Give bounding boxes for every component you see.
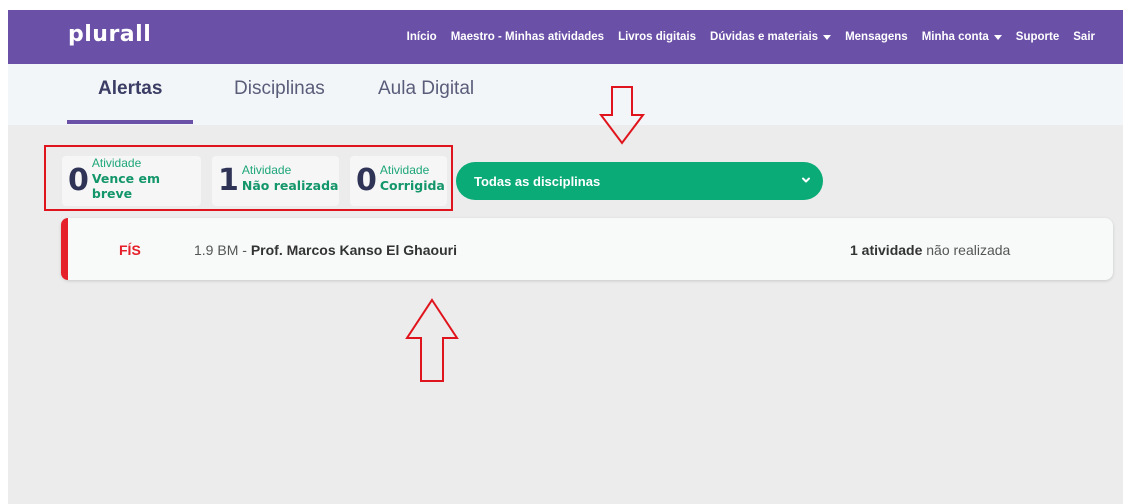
- activity-count: 1 atividade: [850, 242, 923, 258]
- nav-item-mensagens[interactable]: Mensagens: [845, 31, 908, 43]
- alert-status-stripe: [61, 218, 68, 280]
- tabs-bar: Alertas Disciplinas Aula Digital: [8, 64, 1123, 125]
- pending-activities: 1 atividade não realizada: [850, 242, 1010, 258]
- nav-links: Início Maestro - Minhas atividades Livro…: [393, 10, 1095, 64]
- chevron-down-icon: [802, 177, 810, 183]
- nav-item-sair[interactable]: Sair: [1073, 31, 1095, 43]
- nav-item-maestro[interactable]: Maestro - Minhas atividades: [451, 31, 604, 43]
- alert-row[interactable]: FÍS 1.9 BM - Prof. Marcos Kanso El Ghaou…: [61, 218, 1113, 280]
- class-code: 1.9 BM: [194, 242, 239, 258]
- nav-item-label: Mensagens: [845, 31, 908, 43]
- nav-item-label: Início: [406, 31, 437, 43]
- caret-down-icon: [993, 34, 1002, 40]
- annotation-box: [44, 145, 453, 211]
- down-arrow-annotation-icon: [599, 86, 645, 145]
- caret-down-icon: [823, 34, 832, 40]
- class-separator: -: [238, 242, 251, 258]
- nav-item-label: Sair: [1073, 31, 1095, 43]
- class-info: 1.9 BM - Prof. Marcos Kanso El Ghaouri: [194, 242, 457, 258]
- top-navbar: plurall Início Maestro - Minhas atividad…: [8, 10, 1123, 64]
- active-tab-indicator: [67, 120, 193, 124]
- nav-item-label: Suporte: [1015, 31, 1060, 43]
- nav-item-suporte[interactable]: Suporte: [1016, 31, 1059, 43]
- tab-alertas[interactable]: Alertas: [98, 78, 162, 100]
- activity-status: não realizada: [922, 242, 1011, 258]
- dropdown-selected-label: Todas as disciplinas: [474, 173, 601, 189]
- nav-item-label: Maestro - Minhas atividades: [450, 31, 605, 43]
- plurall-logo[interactable]: plurall: [68, 22, 151, 47]
- nav-item-minha-conta[interactable]: Minha conta: [922, 31, 1002, 43]
- up-arrow-annotation-icon: [405, 298, 459, 382]
- tab-disciplinas[interactable]: Disciplinas: [234, 78, 325, 100]
- nav-item-label: Minha conta: [921, 31, 989, 43]
- nav-item-inicio[interactable]: Início: [407, 31, 437, 43]
- discipline-filter-dropdown[interactable]: Todas as disciplinas: [456, 162, 823, 200]
- nav-item-label: Livros digitais: [618, 31, 697, 43]
- nav-item-label: Dúvidas e materiais: [710, 31, 819, 43]
- subject-code: FÍS: [119, 242, 141, 258]
- nav-item-duvidas-materiais[interactable]: Dúvidas e materiais: [710, 31, 832, 43]
- teacher-name: Prof. Marcos Kanso El Ghaouri: [250, 242, 457, 258]
- nav-item-livros-digitais[interactable]: Livros digitais: [618, 31, 696, 43]
- tab-aula-digital[interactable]: Aula Digital: [378, 78, 474, 100]
